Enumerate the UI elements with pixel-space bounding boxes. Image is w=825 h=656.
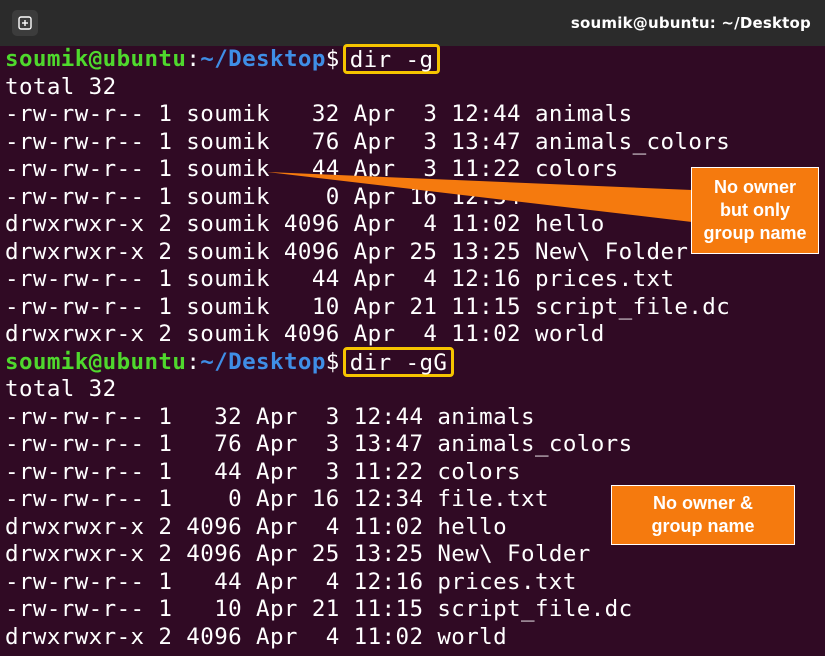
new-tab-button[interactable] <box>12 10 38 36</box>
listing-row: drwxrwxr-x 2 4096 Apr 4 11:02 world <box>5 623 508 650</box>
command-dir-g: dir -g <box>342 44 441 74</box>
prompt-path: ~/Desktop <box>200 46 326 72</box>
listing-row: drwxrwxr-x 2 soumik 4096 Apr 4 11:02 wor… <box>5 321 605 347</box>
listing-row: -rw-rw-r-- 1 soumik 32 Apr 3 12:44 anima… <box>5 101 633 127</box>
listing-row: -rw-rw-r-- 1 10 Apr 21 11:15 script_file… <box>5 596 633 622</box>
prompt-colon: : <box>186 46 201 72</box>
terminal-output[interactable]: soumik@ubuntu:~/Desktop$ dir -g total 32 … <box>5 44 825 651</box>
callout-line: but only <box>719 200 790 220</box>
terminal-window: soumik@ubuntu: ~/Desktop soumik@ubuntu:~… <box>0 0 825 656</box>
listing-row: -rw-rw-r-- 1 44 Apr 4 12:16 prices.txt <box>5 568 577 595</box>
listing-row: -rw-rw-r-- 1 soumik 44 Apr 4 12:16 price… <box>5 266 675 292</box>
window-title: soumik@ubuntu: ~/Desktop <box>570 14 811 32</box>
total-line: total 32 <box>5 73 117 100</box>
callout-line: No owner <box>713 177 796 197</box>
prompt-user-host: soumik@ubuntu <box>5 348 187 375</box>
callout-group-only: No owner but only group name <box>691 167 819 254</box>
listing-row: -rw-rw-r-- 1 soumik 76 Apr 3 13:47 anima… <box>5 128 731 155</box>
prompt-dollar: $ <box>325 46 340 72</box>
prompt-colon: : <box>186 348 201 375</box>
command-dir-gg: dir -gG <box>342 346 455 377</box>
prompt-user-host: soumik@ubuntu <box>5 46 187 72</box>
prompt-line: soumik@ubuntu:~/Desktop$ dir -g <box>5 44 825 74</box>
prompt-dollar: $ <box>325 348 340 375</box>
listing-row: drwxrwxr-x 2 4096 Apr 25 13:25 New\ Fold… <box>5 541 591 567</box>
prompt-path: ~/Desktop <box>200 348 326 375</box>
callout-no-owner-group: No owner & group name <box>611 485 795 545</box>
prompt-line: soumik@ubuntu:~/Desktop$ dir -gG <box>5 346 825 377</box>
title-bar: soumik@ubuntu: ~/Desktop <box>0 0 825 46</box>
listing-row: -rw-rw-r-- 1 76 Apr 3 13:47 animals_colo… <box>5 431 633 457</box>
listing-row: -rw-rw-r-- 1 44 Apr 3 11:22 colors <box>5 458 522 485</box>
total-line: total 32 <box>5 376 117 402</box>
callout-line: No owner & <box>652 493 753 513</box>
new-tab-icon <box>18 16 32 30</box>
callout-line: group name <box>651 516 755 536</box>
callout-line: group name <box>703 223 807 243</box>
listing-row: -rw-rw-r-- 1 32 Apr 3 12:44 animals <box>5 403 535 430</box>
listing-row: -rw-rw-r-- 1 soumik 10 Apr 21 11:15 scri… <box>5 293 731 320</box>
